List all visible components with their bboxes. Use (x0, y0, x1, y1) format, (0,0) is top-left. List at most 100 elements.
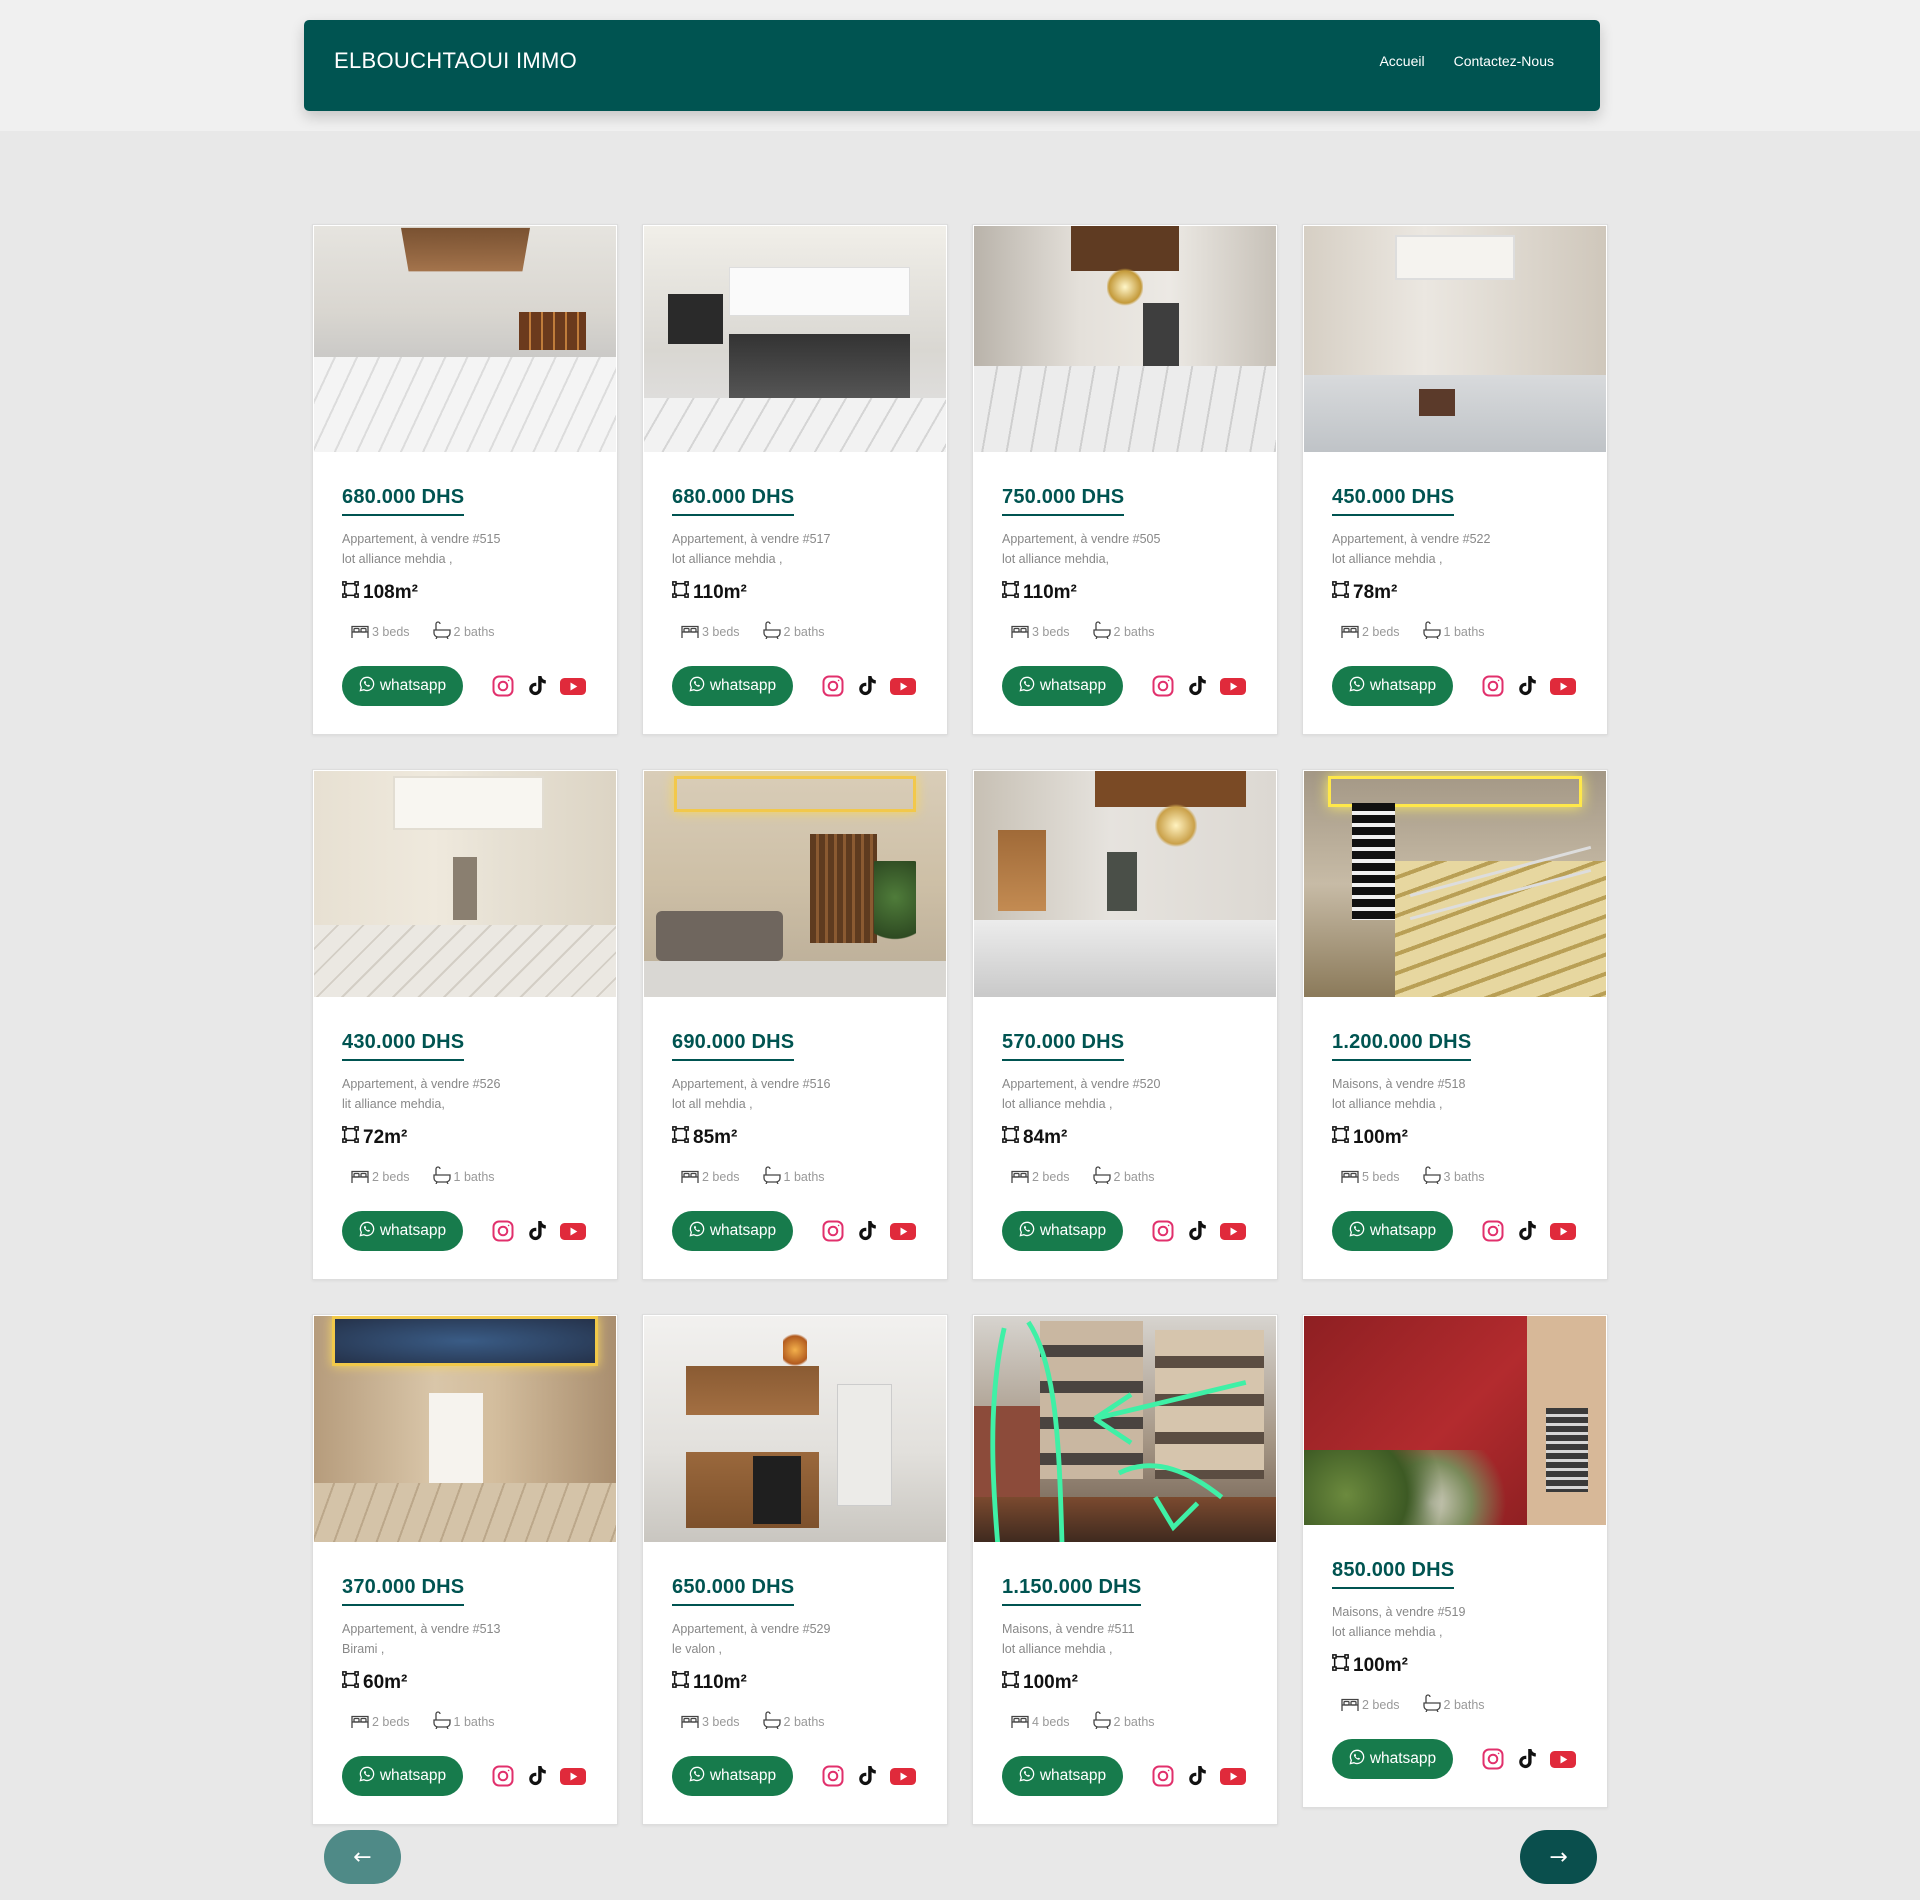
tiktok-icon[interactable] (1515, 1747, 1539, 1771)
tiktok-icon[interactable] (1515, 674, 1539, 698)
youtube-icon[interactable] (1549, 674, 1577, 698)
area-icon (672, 1671, 689, 1694)
listing-price: 650.000 DHS (672, 1576, 795, 1606)
instagram-icon[interactable] (1481, 674, 1505, 698)
listing-photo[interactable] (644, 1316, 946, 1542)
listing-type-location: Appartement, à vendre #513 Birami , (342, 1619, 588, 1659)
listing-location: lot alliance mehdia , (1002, 1097, 1113, 1111)
youtube-icon[interactable] (1219, 1219, 1247, 1243)
tiktok-icon[interactable] (1185, 1764, 1209, 1788)
listing-card[interactable]: 570.000 DHS Appartement, à vendre #520 l… (972, 769, 1278, 1280)
nav-link-accueil[interactable]: Accueil (1379, 53, 1424, 69)
whatsapp-button[interactable]: whatsapp (1002, 1756, 1123, 1796)
instagram-icon[interactable] (1151, 1219, 1175, 1243)
instagram-icon[interactable] (821, 674, 845, 698)
listing-card[interactable]: 680.000 DHS Appartement, à vendre #515 l… (312, 224, 618, 735)
youtube-icon[interactable] (889, 1764, 917, 1788)
tiktok-icon[interactable] (1515, 1219, 1539, 1243)
youtube-icon[interactable] (1219, 1764, 1247, 1788)
listing-photo[interactable] (1304, 771, 1606, 997)
bed-icon (350, 1166, 370, 1187)
area-value: 72m² (363, 1126, 408, 1148)
tiktok-icon[interactable] (855, 1764, 879, 1788)
listing-card[interactable]: 430.000 DHS Appartement, à vendre #526 l… (312, 769, 618, 1280)
listing-card[interactable]: 650.000 DHS Appartement, à vendre #529 l… (642, 1314, 948, 1825)
listing-photo[interactable] (314, 771, 616, 997)
listing-actions: whatsapp (672, 1211, 918, 1251)
whatsapp-button[interactable]: whatsapp (1332, 1739, 1453, 1779)
youtube-icon[interactable] (559, 1764, 587, 1788)
listing-photo[interactable] (644, 771, 946, 997)
instagram-icon[interactable] (1151, 674, 1175, 698)
listing-card[interactable]: 750.000 DHS Appartement, à vendre #505 l… (972, 224, 1278, 735)
listing-card[interactable]: 680.000 DHS Appartement, à vendre #517 l… (642, 224, 948, 735)
whatsapp-label: whatsapp (1369, 1750, 1437, 1767)
tiktok-icon[interactable] (1185, 674, 1209, 698)
listing-price: 680.000 DHS (342, 486, 465, 516)
youtube-icon[interactable] (889, 1219, 917, 1243)
listing-card[interactable]: 690.000 DHS Appartement, à vendre #516 l… (642, 769, 948, 1280)
instagram-icon[interactable] (1481, 1747, 1505, 1771)
next-page-button[interactable]: → (1520, 1830, 1597, 1884)
whatsapp-button[interactable]: whatsapp (342, 666, 463, 706)
instagram-icon[interactable] (1151, 1764, 1175, 1788)
listing-photo[interactable] (974, 771, 1276, 997)
instagram-icon[interactable] (491, 674, 515, 698)
instagram-icon[interactable] (1481, 1219, 1505, 1243)
bed-icon (1010, 1166, 1030, 1187)
whatsapp-button[interactable]: whatsapp (1332, 1211, 1453, 1251)
beds: 5 beds (1340, 1166, 1400, 1187)
youtube-icon[interactable] (889, 674, 917, 698)
instagram-icon[interactable] (821, 1764, 845, 1788)
youtube-icon[interactable] (1549, 1747, 1577, 1771)
tiktok-icon[interactable] (525, 1219, 549, 1243)
youtube-icon[interactable] (1219, 674, 1247, 698)
listing-photo[interactable] (644, 226, 946, 452)
listing-type: Appartement, à vendre #513 (342, 1622, 501, 1636)
listing-body: 650.000 DHS Appartement, à vendre #529 l… (643, 1543, 947, 1824)
listing-photo[interactable] (974, 1316, 1276, 1542)
instagram-icon[interactable] (491, 1219, 515, 1243)
listing-photo[interactable] (314, 226, 616, 452)
tiktok-icon[interactable] (525, 674, 549, 698)
prev-page-button[interactable]: ← (324, 1830, 401, 1884)
whatsapp-button[interactable]: whatsapp (342, 1756, 463, 1796)
whatsapp-button[interactable]: whatsapp (672, 1756, 793, 1796)
listing-photo[interactable] (314, 1316, 616, 1542)
whatsapp-button[interactable]: whatsapp (1332, 666, 1453, 706)
youtube-icon[interactable] (559, 674, 587, 698)
listing-card[interactable]: 1.150.000 DHS Maisons, à vendre #511 lot… (972, 1314, 1278, 1825)
listing-card[interactable]: 450.000 DHS Appartement, à vendre #522 l… (1302, 224, 1608, 735)
tiktok-icon[interactable] (855, 674, 879, 698)
listing-price: 750.000 DHS (1002, 486, 1125, 516)
whatsapp-button[interactable]: whatsapp (342, 1211, 463, 1251)
youtube-icon[interactable] (559, 1219, 587, 1243)
whatsapp-button[interactable]: whatsapp (672, 666, 793, 706)
tiktok-icon[interactable] (525, 1764, 549, 1788)
area-icon (672, 581, 689, 604)
tiktok-icon[interactable] (1185, 1219, 1209, 1243)
listing-card[interactable]: 850.000 DHS Maisons, à vendre #519 lot a… (1302, 1314, 1608, 1808)
listing-area: 108m² (342, 581, 588, 604)
whatsapp-button[interactable]: whatsapp (1002, 666, 1123, 706)
social-links (491, 674, 587, 698)
listing-photo[interactable] (1304, 226, 1606, 452)
bath-icon (762, 621, 782, 642)
listing-photo[interactable] (1304, 1316, 1606, 1525)
listing-area: 110m² (672, 581, 918, 604)
listing-location: Birami , (342, 1642, 385, 1656)
listing-location: lot alliance mehdia , (1002, 1642, 1113, 1656)
listing-photo[interactable] (974, 226, 1276, 452)
listing-card[interactable]: 370.000 DHS Appartement, à vendre #513 B… (312, 1314, 618, 1825)
nav-links: Accueil Contactez-Nous (1379, 53, 1554, 69)
whatsapp-button[interactable]: whatsapp (1002, 1211, 1123, 1251)
instagram-icon[interactable] (491, 1764, 515, 1788)
tiktok-icon[interactable] (855, 1219, 879, 1243)
listing-card[interactable]: 1.200.000 DHS Maisons, à vendre #518 lot… (1302, 769, 1608, 1280)
social-links (821, 1219, 917, 1243)
instagram-icon[interactable] (821, 1219, 845, 1243)
brand-logo[interactable]: ELBOUCHTAOUI IMMO (334, 48, 577, 74)
nav-link-contact[interactable]: Contactez-Nous (1454, 53, 1554, 69)
whatsapp-button[interactable]: whatsapp (672, 1211, 793, 1251)
youtube-icon[interactable] (1549, 1219, 1577, 1243)
